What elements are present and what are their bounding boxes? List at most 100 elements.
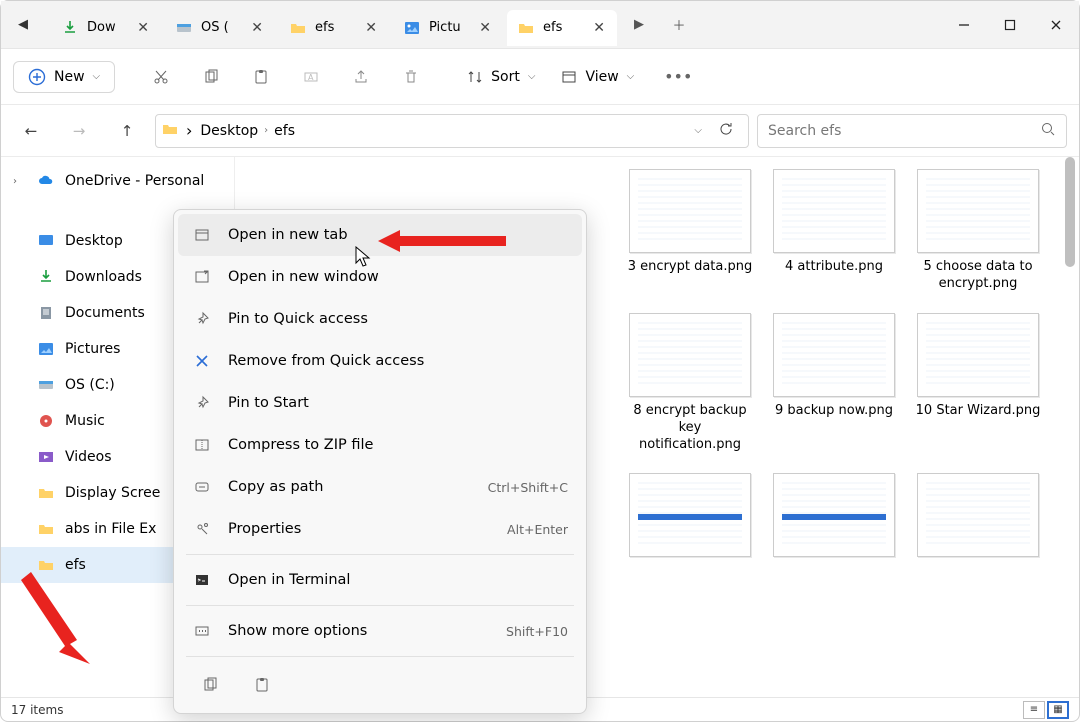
file-item[interactable] xyxy=(771,473,897,563)
view-details-button[interactable]: ≡ xyxy=(1023,701,1045,719)
sidebar-item-label: Display Scree xyxy=(65,485,160,501)
chevron-down-icon: ⌵ xyxy=(93,71,101,82)
tab-os[interactable]: OS ( ✕ xyxy=(165,10,275,46)
tab-label: OS ( xyxy=(201,20,241,35)
annotation-arrow xyxy=(15,564,105,674)
ctx-separator xyxy=(186,554,574,555)
tab-history-back[interactable]: ◀ xyxy=(1,17,45,32)
close-icon[interactable]: ✕ xyxy=(363,18,379,38)
sidebar-onedrive[interactable]: › OneDrive - Personal xyxy=(1,163,234,199)
tab-label: Dow xyxy=(87,20,127,35)
close-icon[interactable]: ✕ xyxy=(477,18,493,38)
crumb-desktop[interactable]: Desktop xyxy=(200,123,258,139)
close-icon[interactable]: ✕ xyxy=(249,18,265,38)
svg-text:A: A xyxy=(308,73,314,82)
file-label: 10 Star Wizard.png xyxy=(916,403,1041,420)
share-button[interactable] xyxy=(339,59,383,95)
ctx-label: Pin to Quick access xyxy=(228,311,568,327)
rename-button[interactable]: A xyxy=(289,59,333,95)
tab-history-fwd[interactable]: ▶ xyxy=(619,17,659,32)
breadcrumbs: Desktop › efs xyxy=(200,123,295,139)
close-icon[interactable]: ✕ xyxy=(591,18,607,38)
forward-button[interactable]: → xyxy=(59,113,99,149)
file-item[interactable]: 4 attribute.png xyxy=(771,169,897,293)
pin-start-icon xyxy=(192,393,212,413)
onedrive-icon xyxy=(37,172,55,190)
ctx-separator xyxy=(186,605,574,606)
ctx-open-new-window[interactable]: Open in new window xyxy=(174,256,586,298)
context-menu: Open in new tab Open in new window Pin t… xyxy=(173,209,587,714)
file-item[interactable] xyxy=(627,473,753,563)
tab-label: efs xyxy=(315,20,355,35)
ctx-shortcut: Shift+F10 xyxy=(506,624,568,639)
crumb-efs[interactable]: efs xyxy=(274,123,295,139)
more-button[interactable]: ••• xyxy=(656,59,700,95)
sidebar-item-label: OneDrive - Personal xyxy=(65,173,204,189)
ctx-compress-zip[interactable]: Compress to ZIP file xyxy=(174,424,586,466)
tab-label: efs xyxy=(543,20,583,35)
file-item[interactable]: 5 choose data to encrypt.png xyxy=(915,169,1041,293)
ctx-paste-button[interactable] xyxy=(240,667,284,703)
new-label: New xyxy=(54,69,85,85)
view-thumbnails-button[interactable]: ▦ xyxy=(1047,701,1069,719)
view-label: View xyxy=(585,69,618,85)
ctx-properties[interactable]: PropertiesAlt+Enter xyxy=(174,508,586,550)
file-item[interactable]: 3 encrypt data.png xyxy=(627,169,753,293)
ctx-show-more[interactable]: Show more optionsShift+F10 xyxy=(174,610,586,652)
ctx-label: Remove from Quick access xyxy=(228,353,568,369)
cut-button[interactable] xyxy=(139,59,183,95)
address-bar[interactable]: › Desktop › efs ⌵ xyxy=(155,114,749,148)
new-tab-button[interactable]: ＋ xyxy=(659,15,699,34)
sidebar-item-label: Music xyxy=(65,413,105,429)
ctx-pin-quick[interactable]: Pin to Quick access xyxy=(174,298,586,340)
tab-efs-active[interactable]: efs ✕ xyxy=(507,10,617,46)
sort-button[interactable]: Sort ⌵ xyxy=(457,63,545,91)
ctx-remove-quick[interactable]: Remove from Quick access xyxy=(174,340,586,382)
download-icon xyxy=(61,19,79,37)
sidebar-item-label: Desktop xyxy=(65,233,123,249)
back-button[interactable]: ← xyxy=(11,113,51,149)
scrollbar[interactable] xyxy=(1063,157,1077,697)
view-button[interactable]: View ⌵ xyxy=(551,63,644,91)
ctx-shortcut: Ctrl+Shift+C xyxy=(488,480,568,495)
open-tab-icon xyxy=(192,225,212,245)
pin-icon xyxy=(192,309,212,329)
tab-efs-1[interactable]: efs ✕ xyxy=(279,10,389,46)
picture-icon xyxy=(37,340,55,358)
search-box[interactable]: Search efs xyxy=(757,114,1067,148)
copy-button[interactable] xyxy=(189,59,233,95)
view-icon xyxy=(561,69,577,85)
chevron-down-icon[interactable]: ⌵ xyxy=(694,125,702,136)
file-item[interactable] xyxy=(915,473,1041,563)
chevron-down-icon: ⌵ xyxy=(528,71,536,82)
ctx-copy-path[interactable]: Copy as pathCtrl+Shift+C xyxy=(174,466,586,508)
file-item[interactable]: 9 backup now.png xyxy=(771,313,897,454)
sidebar-item-label: Downloads xyxy=(65,269,142,285)
new-button[interactable]: New ⌵ xyxy=(13,61,115,93)
tab-pictures[interactable]: Pictu ✕ xyxy=(393,10,503,46)
chevron-down-icon: ⌵ xyxy=(627,71,635,82)
ctx-separator xyxy=(186,656,574,657)
scrollbar-thumb[interactable] xyxy=(1065,157,1075,267)
music-icon xyxy=(37,412,55,430)
chevron-right-icon: › xyxy=(186,121,192,140)
chevron-right-icon[interactable]: › xyxy=(13,176,27,187)
delete-button[interactable] xyxy=(389,59,433,95)
up-button[interactable]: ↑ xyxy=(107,113,147,149)
paste-button[interactable] xyxy=(239,59,283,95)
file-item[interactable]: 8 encrypt backup key notification.png xyxy=(627,313,753,454)
close-window-button[interactable] xyxy=(1033,1,1079,48)
tab-downloads[interactable]: Dow ✕ xyxy=(51,10,161,46)
close-icon[interactable]: ✕ xyxy=(135,18,151,38)
file-thumbnail xyxy=(629,473,751,557)
ctx-open-terminal[interactable]: Open in Terminal xyxy=(174,559,586,601)
ctx-pin-start[interactable]: Pin to Start xyxy=(174,382,586,424)
maximize-button[interactable] xyxy=(987,1,1033,48)
folder-icon xyxy=(37,520,55,538)
ctx-copy-button[interactable] xyxy=(188,667,232,703)
folder-icon xyxy=(162,121,178,141)
minimize-button[interactable] xyxy=(941,1,987,48)
refresh-button[interactable] xyxy=(710,121,742,141)
file-item[interactable]: 10 Star Wizard.png xyxy=(915,313,1041,454)
open-window-icon xyxy=(192,267,212,287)
